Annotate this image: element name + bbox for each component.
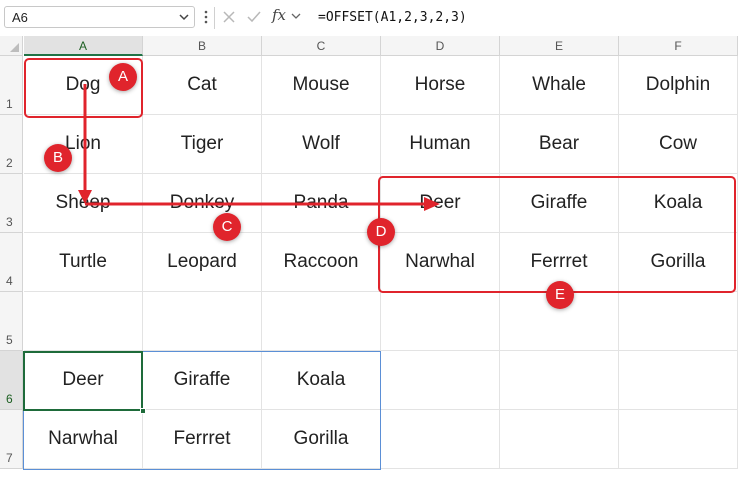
badge-b: B (44, 144, 72, 172)
badge-e: E (546, 281, 574, 309)
badge-d: D (367, 218, 395, 246)
badge-c: C (213, 213, 241, 241)
badge-a: A (109, 63, 137, 91)
